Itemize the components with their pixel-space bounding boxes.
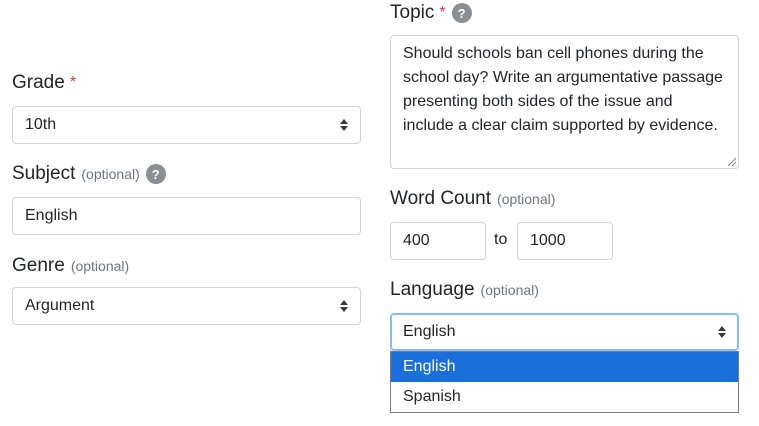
- question-icon[interactable]: ?: [145, 164, 166, 184]
- language-optional-text: (optional): [480, 282, 539, 298]
- genre-select[interactable]: Argument: [12, 287, 361, 325]
- topic-label: Topic * ?: [390, 2, 472, 24]
- subject-input[interactable]: English: [12, 197, 361, 235]
- word-count-min-input[interactable]: 400: [390, 222, 486, 260]
- question-icon[interactable]: ?: [451, 3, 472, 23]
- language-label: Language (optional): [390, 279, 539, 301]
- word-count-max-input[interactable]: 1000: [517, 222, 613, 260]
- word-count-label-text: Word Count: [390, 188, 492, 209]
- word-count-label: Word Count (optional): [390, 188, 555, 210]
- resize-handle-icon[interactable]: [728, 158, 736, 166]
- language-dropdown-list: English Spanish: [390, 351, 739, 413]
- language-select-value: English: [403, 323, 456, 340]
- genre-label: Genre (optional): [12, 255, 129, 277]
- language-label-text: Language: [390, 279, 475, 300]
- topic-textarea[interactable]: Should schools ban cell phones during th…: [390, 35, 739, 169]
- language-option-english[interactable]: English: [391, 352, 738, 382]
- word-count-max-value: 1000: [530, 232, 566, 249]
- topic-required-mark: *: [439, 4, 446, 21]
- grade-select-value: 10th: [25, 116, 57, 133]
- select-caret-icon: [340, 300, 348, 312]
- topic-textarea-value: Should schools ban cell phones during th…: [403, 45, 723, 134]
- language-option-spanish[interactable]: Spanish: [391, 382, 738, 412]
- grade-label: Grade *: [12, 72, 76, 94]
- word-count-min-value: 400: [403, 232, 430, 249]
- word-count-optional-text: (optional): [497, 191, 556, 207]
- language-select[interactable]: English: [390, 313, 739, 351]
- subject-input-value: English: [25, 207, 78, 224]
- genre-optional-text: (optional): [70, 258, 130, 274]
- select-caret-icon: [718, 326, 726, 338]
- genre-label-text: Genre: [12, 255, 65, 276]
- select-caret-icon: [340, 119, 348, 131]
- topic-label-text: Topic: [390, 2, 435, 23]
- subject-label: Subject (optional) ?: [12, 163, 166, 185]
- word-count-separator: to: [494, 231, 508, 248]
- grade-required-mark: *: [69, 74, 77, 91]
- genre-select-value: Argument: [25, 297, 95, 314]
- grade-select[interactable]: 10th: [12, 106, 361, 144]
- subject-label-text: Subject: [12, 163, 76, 184]
- subject-optional-text: (optional): [81, 166, 140, 182]
- grade-label-text: Grade: [12, 72, 65, 93]
